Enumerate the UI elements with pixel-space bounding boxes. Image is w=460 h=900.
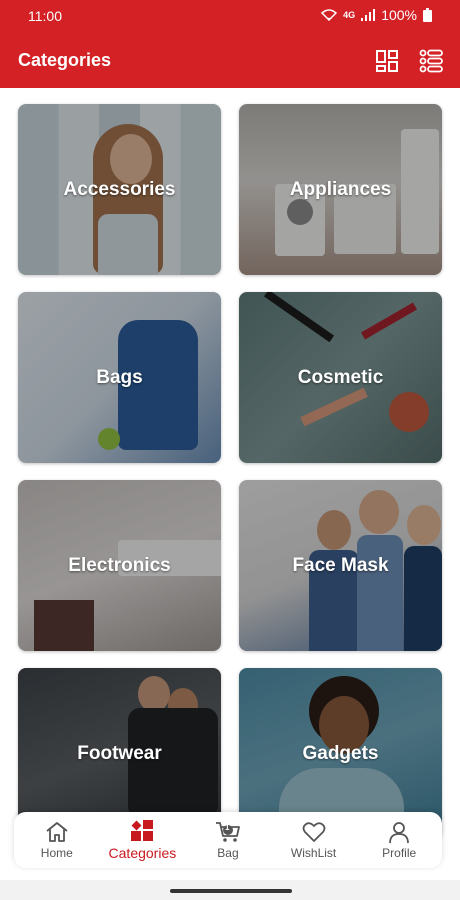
status-time: 11:00 bbox=[28, 8, 62, 24]
grid-view-icon[interactable] bbox=[374, 48, 400, 74]
signal-icon bbox=[361, 9, 376, 21]
home-icon bbox=[45, 821, 69, 843]
category-label: Cosmetic bbox=[297, 366, 384, 388]
nav-label: WishList bbox=[290, 845, 337, 860]
category-card-bags[interactable]: Bags bbox=[18, 292, 221, 463]
category-label: Electronics bbox=[68, 554, 171, 576]
battery-icon bbox=[423, 8, 432, 22]
nav-item-home[interactable]: Home bbox=[17, 821, 97, 860]
profile-icon bbox=[387, 821, 411, 843]
category-label: Bags bbox=[96, 366, 143, 388]
app-bar: Categories bbox=[0, 34, 460, 88]
categories-icon bbox=[130, 819, 154, 842]
view-toggle bbox=[374, 48, 444, 74]
status-bar: 11:00 4G 100% bbox=[0, 0, 460, 34]
nav-label: Bag bbox=[217, 845, 239, 860]
wifi-icon bbox=[321, 9, 338, 21]
nav-label: Categories bbox=[108, 844, 177, 861]
bag-icon: 1 bbox=[215, 821, 241, 843]
nav-label: Profile bbox=[382, 845, 417, 860]
heart-icon bbox=[302, 821, 326, 843]
category-card-electronics[interactable]: Electronics bbox=[18, 480, 221, 651]
category-card-accessories[interactable]: Accessories bbox=[18, 104, 221, 275]
gesture-handle[interactable] bbox=[170, 889, 292, 893]
page-title: Categories bbox=[18, 50, 112, 70]
category-label: Appliances bbox=[289, 178, 392, 200]
nav-item-profile[interactable]: Profile bbox=[359, 821, 439, 860]
bag-badge: 1 bbox=[224, 822, 230, 832]
status-icons: 4G 100% bbox=[321, 7, 432, 23]
battery-percent: 100% bbox=[381, 7, 417, 23]
list-view-icon[interactable] bbox=[418, 48, 444, 74]
category-label: Footwear bbox=[77, 742, 162, 764]
category-grid: Accessories Appliances Bags Cosmetic Ele… bbox=[18, 104, 442, 839]
category-label: Face Mask bbox=[292, 554, 389, 576]
nav-item-wishlist[interactable]: WishList bbox=[274, 821, 354, 860]
category-label: Accessories bbox=[63, 178, 176, 200]
bottom-nav: Home Categories 1 Bag WishList Profile bbox=[14, 812, 442, 868]
category-card-face-mask[interactable]: Face Mask bbox=[239, 480, 442, 651]
nav-item-categories[interactable]: Categories bbox=[102, 819, 182, 861]
nav-label: Home bbox=[40, 845, 73, 860]
category-label: Gadgets bbox=[302, 742, 379, 764]
network-type: 4G bbox=[343, 10, 356, 20]
category-card-appliances[interactable]: Appliances bbox=[239, 104, 442, 275]
nav-item-bag[interactable]: 1 Bag bbox=[188, 821, 268, 860]
category-card-cosmetic[interactable]: Cosmetic bbox=[239, 292, 442, 463]
